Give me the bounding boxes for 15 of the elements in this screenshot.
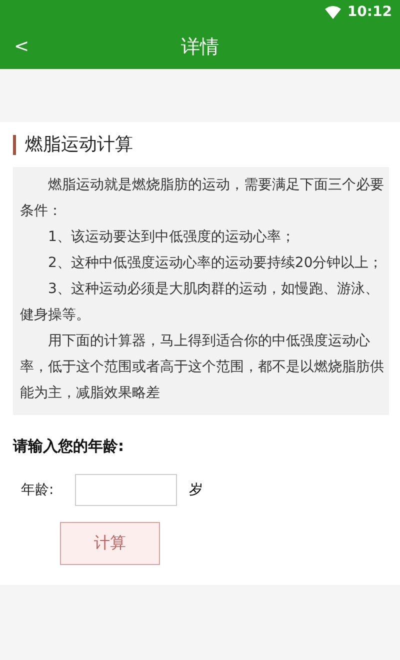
unit-label: 岁 [189,481,203,499]
description-paragraph: 3、这种运动必须是大肌肉群的运动，如慢跑、游泳、健身操等。 [20,280,380,325]
calculate-button[interactable]: 计算 [60,522,160,565]
section-title: 燃脂运动计算 [13,135,388,155]
description-paragraph: 用下面的计算器，马上得到适合你的中低强度运动心率，低于这个范围或者高于这个范围，都不是以燃烧脂肪供能为主，减脂效果略差 [20,332,384,403]
age-input[interactable] [75,474,177,506]
page-title: 详情 [181,34,219,60]
clock-time: 10:12 [347,4,392,20]
age-label: 年龄: [21,481,55,499]
wifi-icon [325,6,342,18]
back-button[interactable]: < [10,32,34,61]
description-paragraph: 燃脂运动就是燃烧脂肪的运动，需要满足下面三个必要条件： [20,176,384,221]
description-paragraph: 2、这种中低强度运动心率的运动要持续20分钟以上； [47,254,384,273]
description-paragraph: 1、该运动要达到中低强度的运动心率； [47,228,296,247]
age-prompt: 请输入您的年龄: [13,437,125,456]
